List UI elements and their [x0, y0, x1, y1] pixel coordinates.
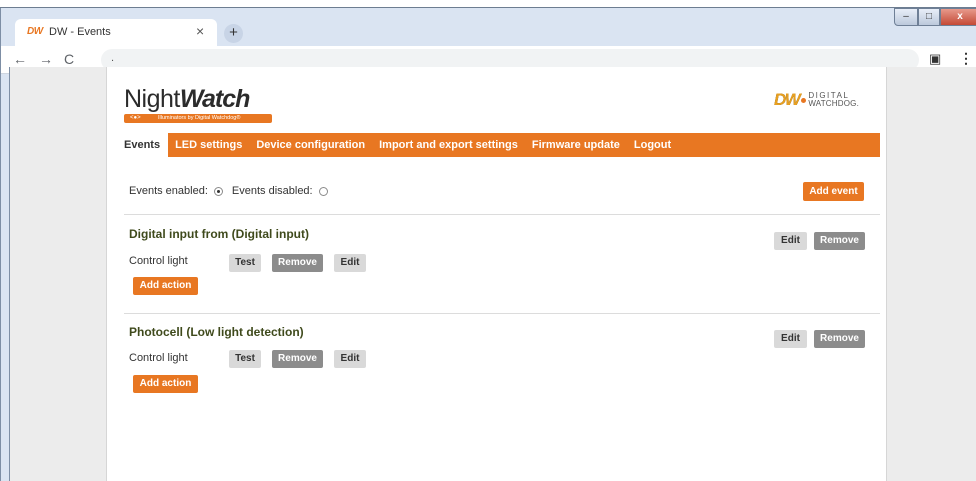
add-action-button[interactable]: Add action [133, 375, 198, 393]
close-tab-icon[interactable]: × [196, 23, 204, 39]
event-title: Digital input from (Digital input) [129, 227, 309, 241]
action-label: Control light [129, 352, 188, 364]
events-toggle-row: Events enabled: Events disabled: [129, 185, 337, 197]
divider [124, 214, 880, 215]
remove-event-button[interactable]: Remove [814, 330, 865, 348]
event-title: Photocell (Low light detection) [129, 325, 304, 339]
nav-events[interactable]: Events [116, 133, 169, 157]
logo-wordmark: NightWatch [124, 85, 324, 113]
new-tab-button[interactable]: + [224, 24, 243, 43]
logo-word-bold: Watch [179, 85, 251, 113]
events-disabled-radio[interactable] [318, 186, 328, 196]
forward-arrow-icon[interactable]: → [39, 51, 53, 67]
action-label: Control light [129, 255, 188, 267]
add-event-button[interactable]: Add event [803, 182, 864, 201]
tab-bar: DW DW - Events × + – □ x [1, 8, 976, 46]
dw-brand-line2: WATCHDOG. [808, 99, 860, 108]
edit-event-button[interactable]: Edit [774, 232, 807, 250]
nav-device-configuration[interactable]: Device configuration [249, 133, 372, 157]
nav-firmware-update[interactable]: Firmware update [525, 133, 627, 157]
content-panel: NightWatch <●> Illuminators by Digital W… [106, 67, 887, 481]
dw-brand-text: DIGITAL WATCHDOG. [808, 92, 859, 108]
events-enabled-radio[interactable] [213, 186, 223, 196]
main-navigation: Events LED settings Device configuration… [116, 133, 880, 157]
events-disabled-label: Events disabled: [231, 185, 313, 197]
dw-dot-icon [801, 97, 807, 103]
logo-tagline: Illuminators by Digital Watchdog® [158, 115, 241, 121]
url-text: . [111, 52, 115, 64]
logo-tagline-bar: <●> Illuminators by Digital Watchdog® [124, 114, 272, 123]
close-window-button[interactable]: x [940, 8, 976, 26]
remove-action-button[interactable]: Remove [272, 350, 323, 368]
logo-word-light: Night [124, 85, 180, 113]
remove-action-button[interactable]: Remove [272, 254, 323, 272]
nav-import-export[interactable]: Import and export settings [372, 133, 525, 157]
logo-eye-icon: <●> [130, 115, 141, 121]
digital-watchdog-logo: DW DIGITAL WATCHDOG. [774, 90, 859, 110]
browser-menu-icon[interactable]: ⋮ [959, 50, 973, 67]
nav-logout[interactable]: Logout [627, 133, 678, 157]
tab-events[interactable]: DW DW - Events × [15, 19, 217, 46]
test-action-button[interactable]: Test [229, 254, 261, 272]
screen-top-strip [0, 0, 976, 8]
dw-brand-mark: DW [774, 90, 801, 109]
clipboard-extension-icon[interactable]: ▣ [929, 51, 941, 67]
nightwatch-logo: NightWatch <●> Illuminators by Digital W… [124, 85, 324, 125]
nav-led-settings[interactable]: LED settings [168, 133, 249, 157]
back-arrow-icon[interactable]: ← [13, 51, 27, 67]
page-viewport: NightWatch <●> Illuminators by Digital W… [9, 67, 976, 481]
tab-title: DW - Events [49, 26, 111, 38]
add-action-button[interactable]: Add action [133, 277, 198, 295]
events-enabled-label: Events enabled: [129, 185, 208, 197]
minimize-button[interactable]: – [894, 8, 918, 26]
reload-icon[interactable]: C [64, 51, 74, 67]
edit-action-button[interactable]: Edit [334, 350, 366, 368]
edit-action-button[interactable]: Edit [334, 254, 366, 272]
divider [124, 313, 880, 314]
maximize-button[interactable]: □ [918, 8, 940, 26]
remove-event-button[interactable]: Remove [814, 232, 865, 250]
edit-event-button[interactable]: Edit [774, 330, 807, 348]
window-controls: – □ x [894, 8, 976, 26]
test-action-button[interactable]: Test [229, 350, 261, 368]
dw-favicon-icon: DW [27, 26, 43, 37]
